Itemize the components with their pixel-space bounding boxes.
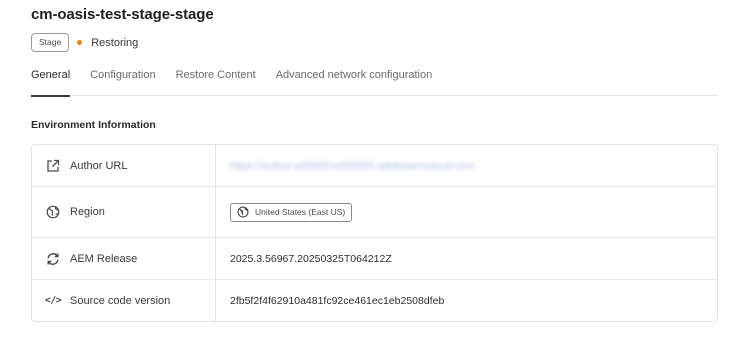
tab-restore-content[interactable]: Restore Content — [176, 68, 256, 96]
status-row: Stage Restoring — [31, 33, 138, 52]
section-heading: Environment Information — [31, 119, 156, 131]
region-value: United States (East US) — [255, 207, 346, 217]
row-label: Region — [70, 206, 105, 218]
author-url-link[interactable]: https://author-p00000-e000000.adobeaemcl… — [230, 160, 475, 172]
info-row-source-code-version: </> Source code version 2fb5f2f4f62910a4… — [32, 280, 717, 321]
code-icon: </> — [44, 295, 62, 306]
status-text: Restoring — [91, 36, 139, 49]
external-link-icon — [45, 158, 61, 174]
tab-bar: General Configuration Restore Content Ad… — [31, 68, 718, 97]
environment-info-table: Author URL https://author-p00000-e000000… — [31, 144, 718, 322]
region-chip: United States (East US) — [230, 202, 353, 222]
source-code-version-value: 2fb5f2f4f62910a481fc92ce461ec1eb2508dfeb — [230, 294, 445, 307]
row-label: Source code version — [70, 294, 171, 307]
row-value-cell: 2fb5f2f4f62910a481fc92ce461ec1eb2508dfeb — [216, 280, 717, 321]
info-row-aem-release: AEM Release 2025.3.56967.20250325T064212… — [32, 238, 717, 280]
row-label-cell: AEM Release — [32, 238, 216, 279]
info-row-region: Region United States (East US) — [32, 187, 717, 238]
environment-tag: Stage — [31, 33, 70, 52]
page-title: cm-oasis-test-stage-stage — [31, 6, 214, 23]
status-dot — [77, 40, 83, 45]
row-label-cell: </> Source code version — [32, 280, 216, 321]
row-label-cell: Author URL — [32, 145, 216, 186]
info-row-author-url: Author URL https://author-p00000-e000000… — [32, 145, 717, 187]
row-value-cell: https://author-p00000-e000000.adobeaemcl… — [216, 145, 717, 186]
tab-configuration[interactable]: Configuration — [90, 68, 155, 96]
globe-icon — [45, 204, 61, 220]
tab-advanced-network-configuration[interactable]: Advanced network configuration — [276, 68, 433, 96]
refresh-icon — [45, 251, 61, 267]
globe-icon — [237, 206, 249, 218]
tab-general[interactable]: General — [31, 68, 71, 97]
row-label: Author URL — [70, 159, 128, 172]
row-label: AEM Release — [70, 252, 138, 265]
row-value-cell: 2025.3.56967.20250325T064212Z — [216, 238, 717, 279]
row-label-cell: Region — [32, 187, 216, 237]
row-value-cell: United States (East US) — [216, 187, 717, 237]
aem-release-value: 2025.3.56967.20250325T064212Z — [230, 252, 392, 265]
